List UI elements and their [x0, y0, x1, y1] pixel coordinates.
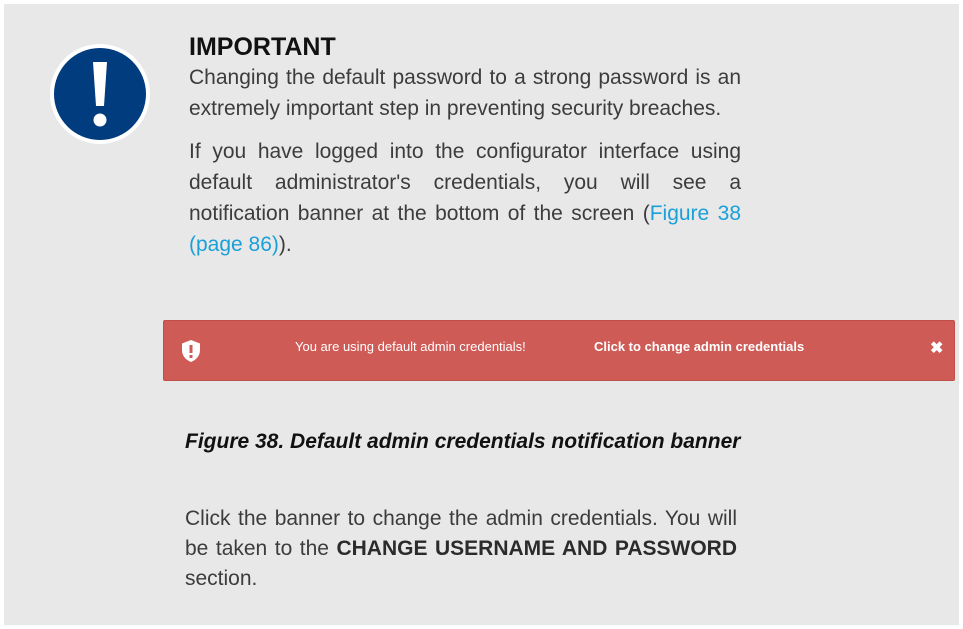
section-name: CHANGE USERNAME AND PASSWORD [336, 537, 737, 560]
notice-paragraph-2: If you have logged into the configurator… [189, 136, 741, 260]
figure-caption: Figure 38. Default admin credentials not… [185, 430, 741, 453]
close-icon[interactable]: ✖ [930, 338, 943, 358]
paragraph-2-text-end: ). [278, 233, 292, 256]
exclamation-icon [50, 44, 150, 144]
notice-content: IMPORTANT Changing the default password … [189, 32, 741, 260]
change-credentials-link[interactable]: Click to change admin credentials [594, 339, 804, 354]
banner-message: You are using default admin credentials! [295, 339, 526, 354]
shield-alert-icon [182, 340, 200, 362]
instructions-paragraph: Click the banner to change the admin cre… [185, 504, 737, 594]
instructions-text-end: section. [185, 567, 258, 590]
default-credentials-banner[interactable]: You are using default admin credentials!… [163, 320, 955, 381]
notice-heading: IMPORTANT [189, 33, 336, 61]
notice-paragraph-1: Changing the default password to a stron… [189, 66, 741, 120]
